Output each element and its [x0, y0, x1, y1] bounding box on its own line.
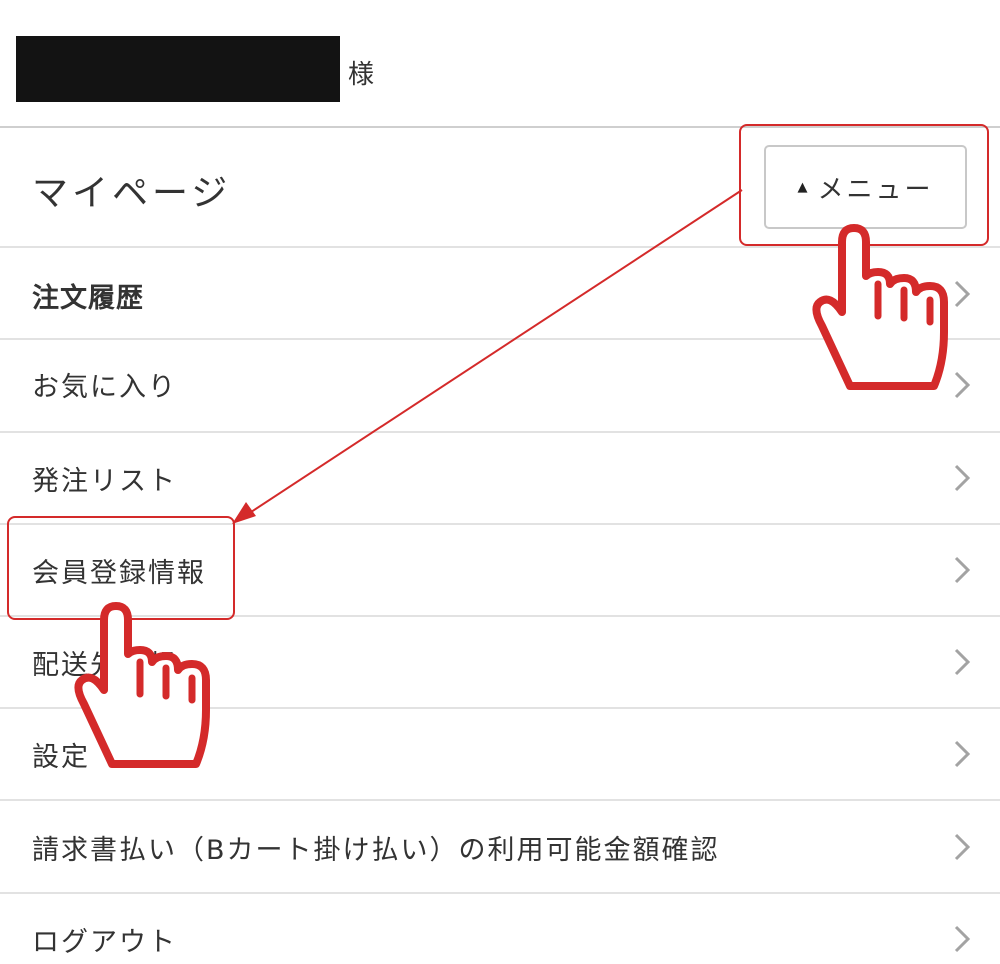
menu-toggle-button[interactable]: ▲ メニュー	[764, 145, 967, 229]
chevron-right-icon	[954, 648, 971, 676]
menu-item-invoice-credit[interactable]: 請求書払い（Bカート掛け払い）の利用可能金額確認	[0, 801, 1000, 894]
menu-item-label: 請求書払い（Bカート掛け払い）の利用可能金額確認	[32, 835, 720, 866]
chevron-right-icon	[954, 556, 971, 584]
chevron-right-icon	[954, 371, 971, 399]
chevron-right-icon	[954, 925, 971, 953]
menu-item-member-info[interactable]: 会員登録情報	[0, 525, 1000, 617]
menu-item-logout[interactable]: ログアウト	[0, 894, 1000, 964]
menu-item-label: 会員登録情報	[32, 558, 206, 589]
chevron-right-icon	[954, 280, 971, 308]
triangle-up-icon: ▲	[797, 179, 808, 195]
menu-item-shipping-info[interactable]: 配送先情報	[0, 617, 1000, 709]
chevron-right-icon	[954, 464, 971, 492]
menu-item-label: 設定	[32, 742, 90, 773]
redacted-user-name	[16, 36, 340, 102]
user-bar: 様	[0, 0, 1000, 128]
chevron-right-icon	[954, 833, 971, 861]
menu-item-settings[interactable]: 設定	[0, 709, 1000, 801]
menu-item-label: ログアウト	[32, 927, 177, 958]
menu-item-order-list[interactable]: 発注リスト	[0, 433, 1000, 525]
menu-button-label: メニュー	[817, 174, 934, 205]
menu-item-label: 発注リスト	[32, 466, 177, 497]
menu-item-label: お気に入り	[32, 372, 177, 403]
honorific-label: 様	[348, 60, 375, 90]
page-title: マイページ	[32, 173, 232, 214]
menu-item-order-history[interactable]: 注文履歴	[0, 248, 1000, 340]
menu-item-favorites[interactable]: お気に入り	[0, 340, 1000, 433]
menu-item-label: 注文履歴	[32, 283, 144, 314]
menu-item-label: 配送先情報	[32, 650, 177, 681]
chevron-right-icon	[954, 740, 971, 768]
page-header: マイページ ▲ メニュー	[0, 128, 1000, 248]
